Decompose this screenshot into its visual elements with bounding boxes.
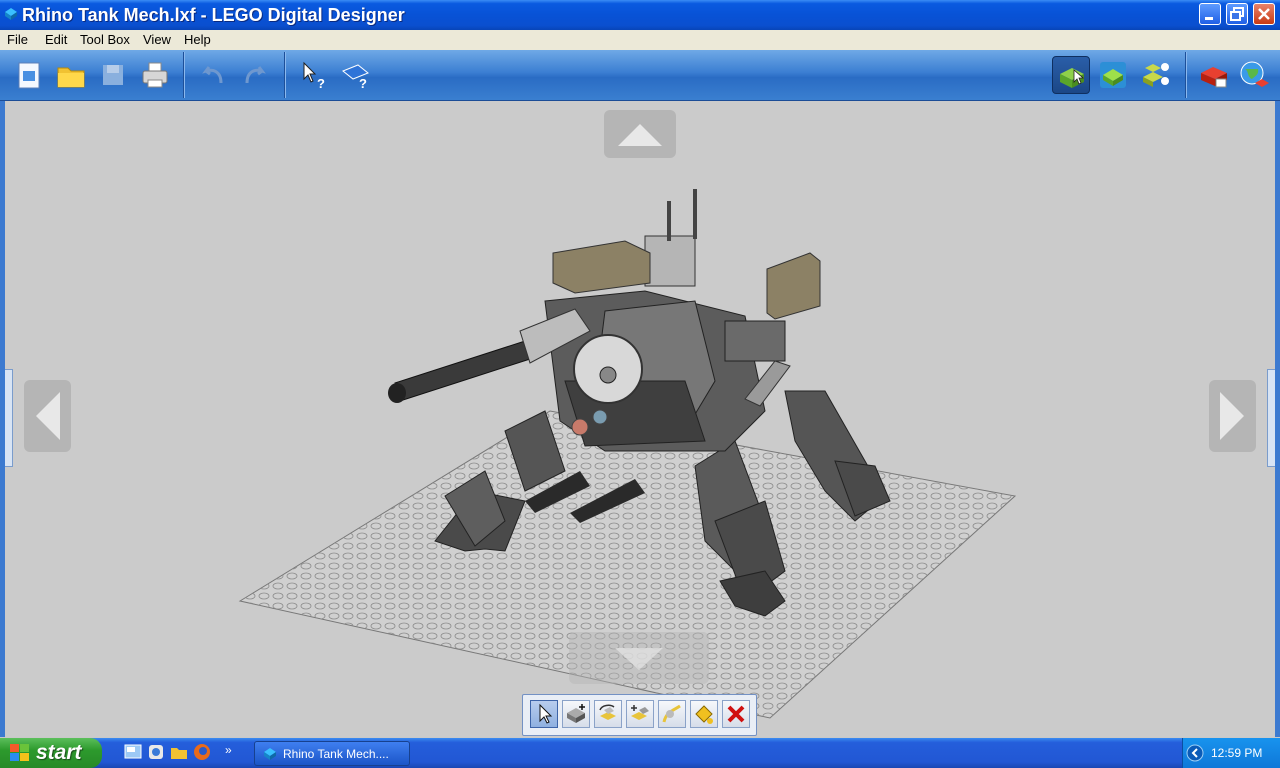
camera-down-button[interactable]	[569, 632, 709, 684]
globe-brick-icon	[1240, 61, 1269, 87]
menu-tool-box[interactable]: Tool Box	[80, 32, 130, 47]
save-button[interactable]	[94, 56, 132, 94]
windows-logo-icon	[10, 744, 29, 761]
new-file-icon	[18, 62, 40, 89]
cursor-help-icon: ?	[303, 61, 325, 91]
delete-x-icon	[727, 705, 745, 723]
building-guide-mode-button[interactable]	[1136, 56, 1174, 94]
redo-button[interactable]	[236, 56, 274, 94]
print-button[interactable]	[136, 56, 174, 94]
right-panel-edge	[1275, 101, 1280, 737]
lego-app-small-icon	[264, 748, 276, 760]
taskbar-item-label: Rhino Tank Mech....	[283, 747, 389, 761]
taskbar-item-lego-designer[interactable]: Rhino Tank Mech....	[254, 741, 410, 766]
printer-icon	[142, 62, 168, 88]
svg-text:?: ?	[359, 76, 367, 91]
minimize-button[interactable]	[1199, 3, 1221, 25]
menu-file[interactable]: File	[7, 32, 28, 47]
clock: 12:59 PM	[1211, 746, 1263, 760]
3d-viewport[interactable]	[5, 101, 1275, 737]
menu-help[interactable]: Help	[184, 32, 211, 47]
start-button[interactable]: start	[0, 738, 102, 768]
tool-strip	[522, 694, 757, 736]
folder-icon	[57, 67, 85, 88]
select-tool[interactable]	[530, 700, 558, 728]
window-title: Rhino Tank Mech.lxf - LEGO Digital Desig…	[22, 5, 405, 25]
media-icon[interactable]	[147, 743, 165, 761]
brick-shop-button[interactable]	[1195, 56, 1233, 94]
guide-help-button[interactable]: ?	[337, 56, 375, 94]
lego-website-button[interactable]	[1236, 56, 1274, 94]
select-help-button[interactable]: ?	[295, 56, 333, 94]
redo-icon	[245, 66, 266, 84]
folder-quicklaunch-icon[interactable]	[170, 743, 188, 761]
view-mode-icon	[1100, 62, 1126, 88]
build-mode-icon	[1060, 68, 1085, 88]
build-mode-button[interactable]	[1052, 56, 1090, 94]
cursor-arrow-icon	[539, 703, 553, 724]
menu-edit[interactable]: Edit	[45, 32, 67, 47]
hinge-icon	[599, 704, 616, 720]
close-icon	[1258, 8, 1270, 20]
system-tray: 12:59 PM	[1182, 738, 1280, 768]
flex-icon	[662, 704, 681, 723]
paint-tool[interactable]	[690, 700, 718, 728]
menu-view[interactable]: View	[143, 32, 171, 47]
menu-bar: File Edit Tool Box View Help	[0, 30, 1280, 50]
building-guide-icon	[1143, 63, 1169, 87]
svg-text:?: ?	[317, 76, 325, 91]
save-disk-icon	[103, 65, 123, 85]
undo-icon	[202, 66, 223, 84]
undo-button[interactable]	[194, 56, 232, 94]
book-help-icon: ?	[342, 64, 369, 91]
arrow-down-icon	[615, 648, 663, 670]
hinge-align-icon	[631, 705, 649, 720]
new-file-button[interactable]	[10, 56, 48, 94]
taskbar: start » Rhino Tank Mech.... 12:59 PM	[0, 738, 1280, 768]
delete-tool[interactable]	[722, 700, 750, 728]
view-mode-button[interactable]	[1094, 56, 1132, 94]
title-bar[interactable]: Rhino Tank Mech.lxf - LEGO Digital Desig…	[0, 0, 1280, 30]
close-button[interactable]	[1253, 3, 1275, 25]
clone-tool[interactable]	[562, 700, 590, 728]
open-button[interactable]	[52, 56, 90, 94]
flex-tool[interactable]	[658, 700, 686, 728]
restore-icon	[1230, 7, 1244, 21]
show-desktop-icon[interactable]	[124, 743, 142, 761]
hinge-tool[interactable]	[594, 700, 622, 728]
firefox-icon[interactable]	[193, 743, 211, 761]
paint-bucket-icon	[695, 705, 713, 724]
quicklaunch-more-icon[interactable]: »	[225, 743, 232, 757]
start-label: start	[36, 741, 82, 764]
main-toolbar: ? ?	[0, 50, 1280, 101]
red-brick-tag-icon	[1201, 67, 1227, 88]
restore-button[interactable]	[1226, 3, 1248, 25]
hinge-align-tool[interactable]	[626, 700, 654, 728]
minimize-icon	[1205, 17, 1213, 20]
lego-app-icon	[5, 8, 17, 20]
clone-brick-icon	[567, 704, 585, 723]
tray-expand-icon[interactable]	[1186, 744, 1204, 762]
